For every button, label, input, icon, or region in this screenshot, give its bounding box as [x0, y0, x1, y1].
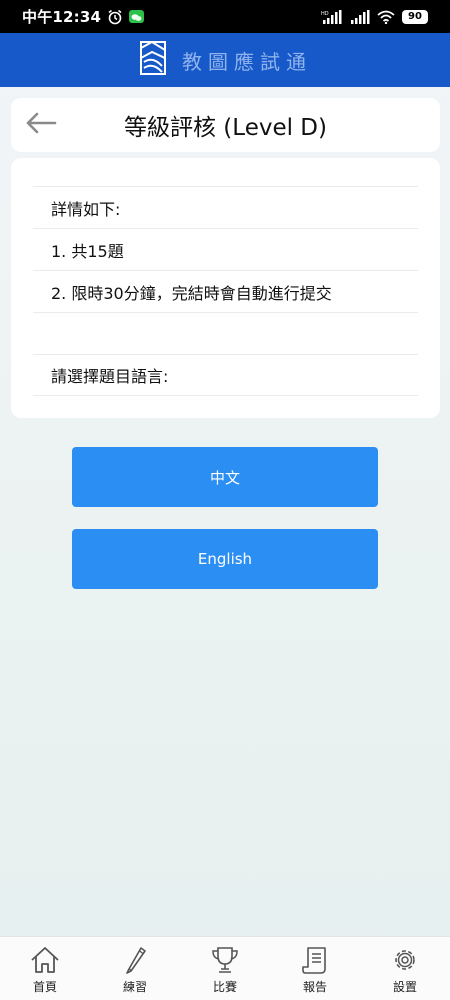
alarm-icon: [107, 9, 123, 25]
wechat-icon: [129, 10, 145, 23]
info-line-2-text: 2. 限時30分鐘，完結時會自動進行提交: [51, 283, 332, 303]
wifi-icon: [377, 10, 395, 24]
language-prompt: 請選擇題目語言:: [33, 354, 418, 396]
nav-label-home: 首頁: [32, 980, 57, 994]
chinese-language-button[interactable]: 中文: [72, 447, 378, 507]
page-title: 等級評核 (Level D): [124, 115, 327, 141]
english-language-button[interactable]: English: [72, 529, 378, 589]
nav-item-settings[interactable]: 設置: [370, 943, 440, 995]
language-prompt-text: 請選擇題目語言:: [51, 367, 169, 386]
nav-label-competition: 比賽: [212, 980, 237, 994]
app-header: 教圖應試通: [0, 33, 450, 87]
bottom-navigation: 首頁 練習 比賽 報告 設置: [0, 936, 450, 1000]
app-logo-icon: [138, 38, 168, 82]
status-time: 中午12:34: [22, 8, 102, 26]
nav-item-home[interactable]: 首頁: [10, 943, 80, 995]
nav-item-report[interactable]: 報告: [280, 943, 350, 995]
nav-item-practice[interactable]: 練習: [100, 943, 170, 995]
info-heading-text: 詳情如下:: [51, 199, 121, 219]
info-line-1-text: 1. 共15題: [51, 241, 124, 261]
info-line-time-limit: 2. 限時30分鐘，完結時會自動進行提交: [33, 270, 418, 312]
signal-icon-2: [350, 9, 370, 24]
title-card: 等級評核 (Level D): [11, 98, 440, 152]
status-bar: 中午12:34 HD 90: [0, 0, 450, 33]
info-card: 詳情如下: 1. 共15題 2. 限時30分鐘，完結時會自動進行提交 請選擇題目…: [11, 158, 440, 418]
nav-item-competition[interactable]: 比賽: [190, 943, 260, 995]
nav-label-report: 報告: [302, 980, 327, 994]
pencil-icon: [118, 943, 152, 977]
info-heading: 詳情如下:: [33, 186, 418, 228]
home-icon: [28, 943, 62, 977]
nav-label-settings: 設置: [392, 980, 417, 994]
network-label: HD: [321, 11, 329, 17]
battery-indicator: 90: [402, 9, 428, 24]
gear-icon: [388, 943, 422, 977]
info-line-question-count: 1. 共15題: [33, 228, 418, 270]
trophy-icon: [208, 943, 242, 977]
info-blank-row: [33, 312, 418, 354]
back-button[interactable]: [23, 110, 59, 140]
nav-label-practice: 練習: [122, 980, 147, 994]
scroll-icon: [298, 943, 332, 977]
app-title: 教圖應試通: [182, 49, 312, 74]
back-arrow-icon: [25, 112, 57, 138]
signal-icon: HD: [321, 9, 343, 24]
